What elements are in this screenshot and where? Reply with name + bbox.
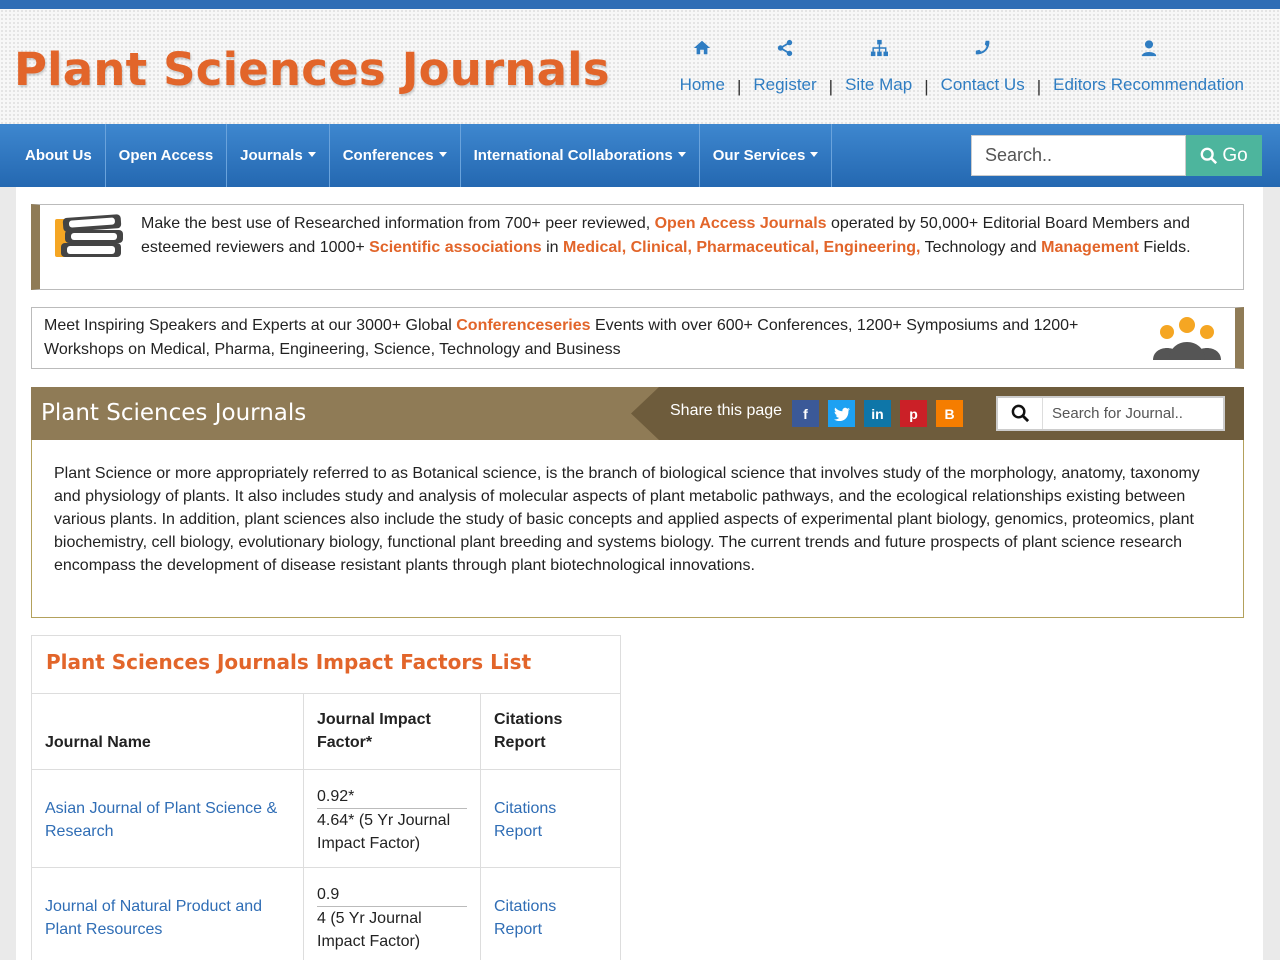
- five-year-impact-factor: 4 (5 Yr Journal Impact Factor): [317, 910, 422, 950]
- caret-down-icon: [677, 152, 686, 157]
- register-link[interactable]: Register: [753, 39, 817, 95]
- nav-conferences[interactable]: Conferences: [330, 124, 461, 187]
- five-year-impact-factor: 4.64* (5 Yr Journal Impact Factor): [317, 812, 451, 852]
- citations-report-link[interactable]: Citations Report: [494, 895, 607, 941]
- nav-open-access[interactable]: Open Access: [106, 124, 228, 187]
- open-access-journals-link[interactable]: Open Access Journals: [655, 215, 827, 232]
- phone-icon: [975, 40, 990, 55]
- table-row: Asian Journal of Plant Science & Researc…: [32, 770, 620, 868]
- column-header: Journal Name: [32, 694, 304, 769]
- open-access-text: Make the best use of Researched informat…: [141, 215, 1191, 256]
- column-header: Citations Report: [494, 711, 563, 751]
- top-accent-bar: [0, 0, 1280, 9]
- impact-table-title: Plant Sciences Journals Impact Factors L…: [32, 636, 620, 694]
- sitemap-icon: [870, 39, 888, 57]
- conferenceseries-link[interactable]: Conferenceseries: [456, 317, 590, 334]
- blogger-icon[interactable]: B: [936, 400, 963, 427]
- column-header: Journal Impact Factor*: [304, 694, 481, 769]
- pinterest-icon[interactable]: p: [900, 400, 927, 427]
- section-description: Plant Science or more appropriately refe…: [54, 465, 1200, 574]
- search-icon[interactable]: [1011, 404, 1030, 423]
- go-button[interactable]: Go: [1186, 135, 1262, 176]
- scientific-associations-link[interactable]: Scientific associations: [369, 239, 542, 256]
- site-search-input[interactable]: [971, 135, 1186, 176]
- share-icon: [777, 39, 793, 57]
- top-links: Home | Register | Site Map | Contact Us …: [680, 39, 1244, 96]
- management-link[interactable]: Management: [1041, 239, 1139, 256]
- search-icon: [1200, 147, 1218, 164]
- table-header-row: Journal Name Journal Impact Factor* Cita…: [32, 694, 620, 770]
- main-navbar: About Us Open Access Journals Conference…: [0, 124, 1280, 187]
- fields-link[interactable]: Medical, Clinical, Pharmaceutical, Engin…: [563, 239, 920, 256]
- site-header: Plant Sciences Journals Home | Register …: [0, 9, 1280, 124]
- caret-down-icon: [307, 152, 316, 157]
- open-access-banner: Make the best use of Researched informat…: [31, 204, 1244, 290]
- table-row: Journal of Natural Product and Plant Res…: [32, 868, 620, 960]
- impact-factor-value: 0.9: [317, 883, 467, 907]
- journal-search-input[interactable]: [1042, 398, 1223, 429]
- citations-report-link[interactable]: Citations Report: [494, 797, 607, 843]
- nav-our-services[interactable]: Our Services: [700, 124, 833, 187]
- caret-down-icon: [810, 152, 819, 157]
- journal-search: [996, 396, 1225, 431]
- impact-factor-value: 0.92*: [317, 785, 467, 809]
- editors-recommendation-link[interactable]: Editors Recommendation: [1053, 39, 1244, 95]
- people-icon: [1153, 317, 1221, 360]
- twitter-icon[interactable]: [828, 400, 855, 427]
- journal-link[interactable]: Asian Journal of Plant Science & Researc…: [45, 797, 290, 843]
- share-label: Share this page: [670, 402, 783, 419]
- caret-down-icon: [438, 152, 447, 157]
- nav-international-collaborations[interactable]: International Collaborations: [461, 124, 700, 187]
- home-icon: [694, 40, 711, 55]
- nav-about-us[interactable]: About Us: [0, 124, 106, 187]
- home-link[interactable]: Home: [680, 39, 725, 95]
- contact-us-link[interactable]: Contact Us: [941, 39, 1025, 95]
- page-title: Plant Sciences Journals: [41, 400, 307, 426]
- user-icon: [1141, 40, 1156, 57]
- linkedin-icon[interactable]: in: [864, 400, 891, 427]
- journal-link[interactable]: Journal of Natural Product and Plant Res…: [45, 895, 290, 941]
- facebook-icon[interactable]: f: [792, 400, 819, 427]
- books-icon: [55, 214, 123, 257]
- site-search: Go: [971, 135, 1262, 176]
- impact-factor-table: Plant Sciences Journals Impact Factors L…: [31, 635, 621, 960]
- description-box: Plant Science or more appropriately refe…: [31, 440, 1244, 618]
- site-logo[interactable]: Plant Sciences Journals: [14, 43, 610, 96]
- conferences-banner: Meet Inspiring Speakers and Experts at o…: [31, 307, 1244, 369]
- section-header: Plant Sciences Journals Share this page …: [31, 387, 1244, 440]
- nav-journals[interactable]: Journals: [227, 124, 330, 187]
- site-map-link[interactable]: Site Map: [845, 39, 912, 95]
- conferences-text: Meet Inspiring Speakers and Experts at o…: [44, 317, 1079, 358]
